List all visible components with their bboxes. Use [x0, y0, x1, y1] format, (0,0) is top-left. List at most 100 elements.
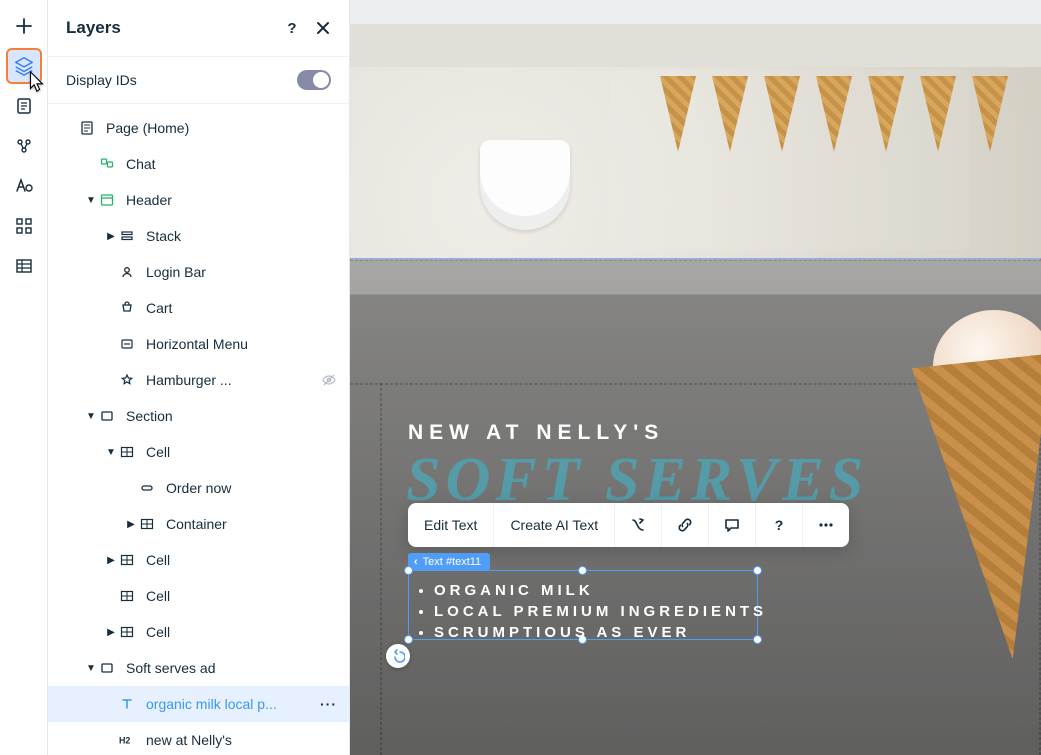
cone-icon: [816, 76, 852, 152]
menu-icon: [118, 337, 136, 351]
chevron-down-icon[interactable]: ▼: [104, 447, 118, 458]
svg-text:?: ?: [287, 20, 296, 37]
layer-label: Cell: [146, 588, 337, 604]
cone-icon: [764, 76, 800, 152]
layer-label: Horizontal Menu: [146, 336, 337, 352]
headline-small[interactable]: NEW AT NELLY'S: [408, 421, 664, 445]
chevron-right-icon[interactable]: ▶: [104, 231, 118, 242]
display-ids-toggle[interactable]: [297, 70, 331, 90]
layer-label: Cell: [146, 624, 337, 640]
section-icon: [98, 661, 116, 675]
chevron-right-icon[interactable]: ▶: [104, 555, 118, 566]
document-button[interactable]: [6, 88, 42, 124]
more-icon[interactable]: ···: [320, 696, 337, 712]
layer-item[interactable]: Login Bar: [48, 254, 349, 290]
chevron-right-icon[interactable]: ▶: [124, 519, 138, 530]
guide-left: [380, 383, 382, 755]
h2-icon: H2: [118, 734, 136, 746]
animation-icon[interactable]: [615, 503, 662, 547]
selected-text-bullets[interactable]: Organic milk Local premium ingredients S…: [418, 580, 767, 643]
cell-icon: [138, 517, 156, 531]
help-icon[interactable]: ?: [756, 503, 803, 547]
resize-handle[interactable]: [753, 566, 762, 575]
layers-panel: Layers ? Display IDs Page (Home)Chat▼Hea…: [48, 0, 350, 755]
layer-label: Chat: [126, 156, 337, 172]
layer-label: Page (Home): [106, 120, 337, 136]
bullet-item: Local premium ingredients: [434, 601, 767, 622]
chevron-right-icon[interactable]: ▶: [104, 627, 118, 638]
layers-tree: Page (Home) Chat ▼ Header ▶Stack Login Bar Car…: [48, 104, 349, 755]
create-ai-text-button[interactable]: Create AI Text: [494, 503, 615, 547]
chevron-down-icon[interactable]: ▼: [84, 411, 98, 422]
chevron-down-icon[interactable]: ▼: [84, 663, 98, 674]
link-icon[interactable]: [662, 503, 709, 547]
resize-handle[interactable]: [578, 566, 587, 575]
layer-item[interactable]: ▼ Soft serves ad: [48, 650, 349, 686]
layer-item[interactable]: ▼ Header: [48, 182, 349, 218]
cell-icon: [118, 589, 136, 603]
hidden-icon[interactable]: [321, 372, 337, 388]
cell-icon: [118, 553, 136, 567]
display-ids-row: Display IDs: [48, 56, 349, 104]
layer-item[interactable]: Order now: [48, 470, 349, 506]
edit-text-button[interactable]: Edit Text: [408, 503, 494, 547]
help-icon[interactable]: ?: [283, 19, 301, 37]
layer-item[interactable]: ▶Stack: [48, 218, 349, 254]
layer-item[interactable]: ▶ Cell: [48, 614, 349, 650]
layer-item[interactable]: Hamburger ...: [48, 362, 349, 398]
section-icon: [98, 409, 116, 423]
layer-label: new at Nelly's: [146, 732, 337, 748]
layer-item[interactable]: ▼ Section: [48, 398, 349, 434]
layer-item[interactable]: Horizontal Menu: [48, 326, 349, 362]
cone-row-1: [660, 76, 1008, 152]
text-style-button[interactable]: [6, 168, 42, 204]
layers-button[interactable]: [6, 48, 42, 84]
resize-handle[interactable]: [404, 566, 413, 575]
pill-icon: [138, 481, 156, 495]
table-button[interactable]: [6, 248, 42, 284]
stack-icon: [118, 229, 136, 243]
svg-text:?: ?: [775, 517, 784, 533]
layer-label: Header: [126, 192, 337, 208]
layer-label: Login Bar: [146, 264, 337, 280]
share-button[interactable]: [6, 128, 42, 164]
selection-tag-text: Text #text11: [423, 556, 482, 568]
canvas-top-bar: [350, 0, 1041, 24]
undo-badge[interactable]: [386, 644, 410, 668]
layer-item[interactable]: Chat: [48, 146, 349, 182]
cone-icon: [972, 76, 1008, 152]
layer-item[interactable]: Page (Home): [48, 110, 349, 146]
add-button[interactable]: [6, 8, 42, 44]
comment-icon[interactable]: [709, 503, 756, 547]
text-icon: [118, 697, 136, 711]
layer-label: Order now: [166, 480, 337, 496]
layer-item[interactable]: ▼Cell: [48, 434, 349, 470]
layer-item[interactable]: H2 new at Nelly's: [48, 722, 349, 755]
layer-item[interactable]: organic milk local p...···: [48, 686, 349, 722]
user-icon: [118, 265, 136, 279]
layer-label: Cart: [146, 300, 337, 316]
resize-handle[interactable]: [404, 635, 413, 644]
layer-label: Soft serves ad: [126, 660, 337, 676]
close-icon[interactable]: [315, 20, 331, 36]
bg-cup: [480, 140, 570, 230]
layer-item[interactable]: ▶ Container: [48, 506, 349, 542]
layer-item[interactable]: ▶Cell: [48, 542, 349, 578]
bullet-item: Organic milk: [434, 580, 767, 601]
cell-icon: [118, 625, 136, 639]
widgets-button[interactable]: [6, 208, 42, 244]
svg-text:H2: H2: [119, 736, 130, 746]
bullet-item: Scrumptious as ever: [434, 622, 767, 643]
more-icon[interactable]: [803, 503, 849, 547]
layer-item[interactable]: Cart: [48, 290, 349, 326]
cone-icon: [920, 76, 956, 152]
cone-icon: [712, 76, 748, 152]
canvas[interactable]: NEW AT NELLY'S SOFT SERVES Edit Text Cre…: [350, 0, 1041, 755]
chevron-down-icon[interactable]: ▼: [84, 195, 98, 206]
cone-icon: [660, 76, 696, 152]
layer-label: Container: [166, 516, 337, 532]
cart-icon: [118, 301, 136, 315]
layer-label: Section: [126, 408, 337, 424]
layer-item[interactable]: Cell: [48, 578, 349, 614]
selection-tag[interactable]: Text #text11: [408, 553, 490, 571]
